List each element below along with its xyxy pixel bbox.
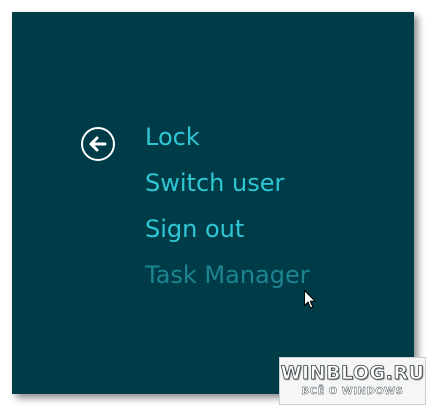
screenshot-page: Lock Switch user Sign out Task Manager W… — [0, 0, 436, 415]
lock-option[interactable]: Lock — [145, 122, 200, 152]
sign-out-option[interactable]: Sign out — [145, 214, 244, 244]
ctrl-alt-del-panel — [12, 12, 414, 394]
task-manager-option[interactable]: Task Manager — [145, 260, 310, 290]
back-button[interactable] — [81, 127, 115, 161]
watermark-subtitle: ВСЁ О WINDOWS — [301, 386, 404, 397]
winblog-watermark: WINBLOG.RU ВСЁ О WINDOWS — [279, 357, 426, 405]
back-arrow-icon — [89, 136, 107, 152]
switch-user-option[interactable]: Switch user — [145, 168, 284, 198]
mouse-pointer-icon — [304, 290, 316, 309]
watermark-title: WINBLOG.RU — [280, 362, 425, 385]
